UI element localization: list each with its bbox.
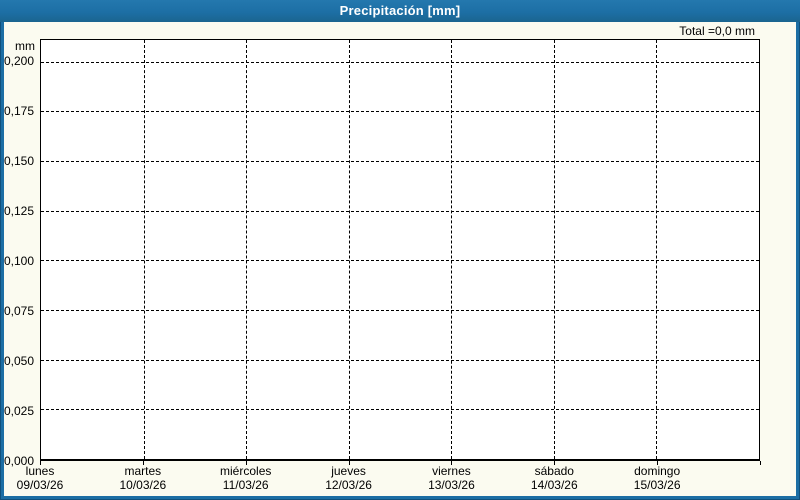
vertical-gridline — [246, 40, 248, 459]
y-tick-label: 0,050 — [3, 353, 34, 368]
day-name-label: viernes — [432, 464, 471, 478]
day-name-label: lunes — [25, 464, 55, 478]
chart-title: Precipitación [mm] — [339, 3, 461, 18]
chart-window: Precipitación [mm] Total =0,0 mm mm 0,00… — [0, 0, 800, 500]
day-name-label: martes — [124, 464, 162, 478]
vertical-gridline — [553, 40, 555, 459]
day-name-label: sábado — [534, 464, 574, 478]
vertical-gridline — [656, 40, 658, 459]
horizontal-gridline — [41, 161, 759, 163]
y-tick-label: 0,175 — [3, 104, 34, 118]
vertical-gridline — [143, 40, 145, 459]
x-axis-tick — [760, 461, 761, 465]
day-name-label: miércoles — [220, 464, 272, 478]
vertical-gridline — [451, 40, 453, 459]
horizontal-gridline — [41, 409, 759, 411]
x-day-label: sábado 14/03/26 — [531, 464, 578, 492]
day-date-label: 15/03/26 — [633, 478, 681, 492]
y-tick-label: 0,150 — [3, 154, 34, 168]
day-date-label: 13/03/26 — [428, 478, 475, 492]
x-day-label: jueves 12/03/26 — [325, 464, 372, 492]
x-day-label: martes 10/03/26 — [119, 464, 166, 492]
horizontal-gridline — [41, 61, 759, 63]
x-day-label: viernes 13/03/26 — [428, 464, 475, 492]
y-tick-label: 0,075 — [3, 304, 34, 318]
y-tick-label: 0,100 — [3, 254, 34, 268]
horizontal-gridline — [41, 359, 759, 361]
day-date-label: 11/03/26 — [222, 478, 269, 492]
day-date-label: 10/03/26 — [119, 478, 167, 492]
horizontal-gridline — [41, 260, 759, 262]
horizontal-gridline — [41, 111, 759, 113]
x-day-label: lunes 09/03/26 — [17, 464, 64, 492]
total-label: Total =0,0 mm — [679, 24, 755, 38]
x-axis-labels: lunes 09/03/26 martes 10/03/26 miércoles 11/0… — [17, 464, 760, 494]
day-date-label: 14/03/26 — [530, 478, 578, 492]
chart-titlebar: Precipitación [mm] — [0, 0, 800, 22]
day-name-label: jueves — [331, 464, 366, 478]
day-date-label: 12/03/26 — [325, 478, 372, 492]
horizontal-gridline — [41, 310, 759, 312]
x-day-label: domingo 15/03/26 — [634, 464, 681, 492]
day-date-label: 09/03/26 — [16, 478, 64, 492]
y-tick-label: 0,125 — [3, 204, 34, 218]
y-axis-labels: 0,000 0,025 0,050 0,075 0,100 0,125 0,150 0,175… — [0, 39, 36, 468]
day-name-label: domingo — [634, 464, 681, 478]
vertical-gridline — [348, 40, 350, 459]
x-day-label: miércoles 11/03/26 — [220, 464, 271, 492]
plot-area[interactable] — [40, 39, 760, 461]
horizontal-gridline — [41, 210, 759, 212]
y-tick-label: 0,200 — [3, 54, 34, 68]
y-tick-label: 0,025 — [3, 404, 34, 418]
